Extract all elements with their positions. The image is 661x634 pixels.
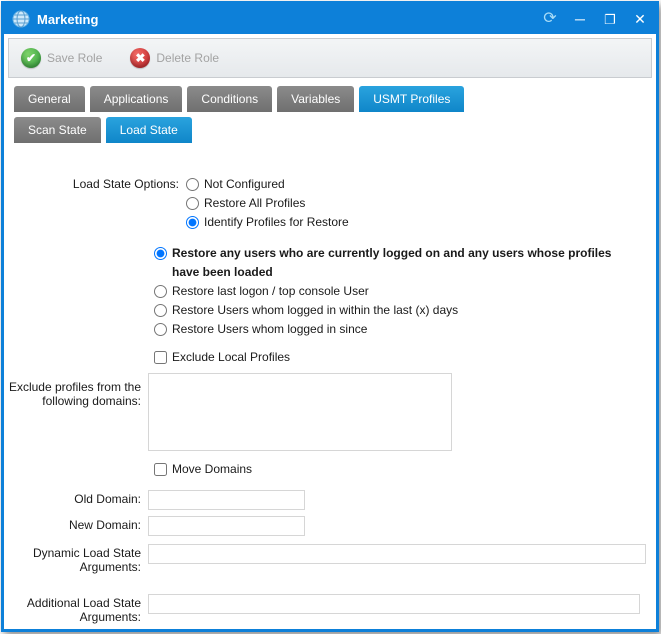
restore-options-group: Restore any users who are currently logg… [154,244,654,339]
maximize-button[interactable]: ❐ [602,13,618,26]
radio-restore-since-input[interactable] [154,323,167,336]
radio-restore-all-profiles-label: Restore All Profiles [204,194,305,213]
load-state-options-label: Load State Options: [4,175,179,191]
radio-restore-last-x-days[interactable]: Restore Users whom logged in within the … [154,301,654,320]
tab-usmt-profiles[interactable]: USMT Profiles [359,86,464,112]
load-state-options-row: Load State Options: Not Configured Resto… [4,175,656,232]
main-tab-bar: General Applications Conditions Variable… [14,86,656,112]
radio-restore-all-profiles-input[interactable] [186,197,199,210]
radio-restore-last-logon-input[interactable] [154,285,167,298]
radio-not-configured[interactable]: Not Configured [186,175,349,194]
window-title: Marketing [37,12,542,27]
exclude-local-profiles-checkbox-row[interactable]: Exclude Local Profiles [154,348,656,367]
move-domains-checkbox[interactable] [154,463,167,476]
radio-identify-profiles-input[interactable] [186,216,199,229]
old-domain-input[interactable] [148,490,305,510]
old-domain-label: Old Domain: [4,490,141,506]
radio-restore-all-profiles[interactable]: Restore All Profiles [186,194,349,213]
old-domain-row: Old Domain: [4,490,656,510]
exclude-local-profiles-checkbox[interactable] [154,351,167,364]
load-state-panel: Load State Options: Not Configured Resto… [4,143,656,629]
radio-restore-last-x-days-input[interactable] [154,304,167,317]
tab-load-state[interactable]: Load State [106,117,192,143]
delete-x-icon: ✖ [130,48,150,68]
tab-general[interactable]: General [14,86,85,112]
delete-role-button[interactable]: ✖ Delete Role [130,48,219,68]
delete-role-label: Delete Role [156,51,219,65]
exclude-domains-label: Exclude profiles from the following doma… [4,373,141,408]
new-domain-row: New Domain: [4,516,656,536]
tab-conditions[interactable]: Conditions [187,86,272,112]
new-domain-label: New Domain: [4,516,141,532]
titlebar: Marketing ⟳ ─ ❐ ✕ [4,4,656,34]
radio-restore-logged-on-users-label: Restore any users who are currently logg… [172,244,642,282]
save-role-label: Save Role [47,51,102,65]
load-state-options-group: Not Configured Restore All Profiles Iden… [186,175,349,232]
toolbar: ✔ Save Role ✖ Delete Role [8,38,652,78]
refresh-icon[interactable]: ⟳ [542,11,558,27]
dynamic-args-row: Dynamic Load State Arguments: [4,544,656,574]
additional-args-label: Additional Load State Arguments: [4,594,141,624]
radio-not-configured-input[interactable] [186,178,199,191]
exclude-domains-textarea[interactable] [148,373,452,451]
window-controls: ⟳ ─ ❐ ✕ [542,11,648,27]
radio-restore-logged-on-users-input[interactable] [154,247,167,260]
tab-variables[interactable]: Variables [277,86,354,112]
tab-applications[interactable]: Applications [90,86,183,112]
exclude-local-profiles-label: Exclude Local Profiles [172,348,290,367]
radio-identify-profiles-label: Identify Profiles for Restore [204,213,349,232]
close-button[interactable]: ✕ [632,12,648,26]
window: Marketing ⟳ ─ ❐ ✕ ✔ Save Role ✖ Delete R… [1,1,659,632]
move-domains-checkbox-row[interactable]: Move Domains [154,460,656,479]
dynamic-args-label: Dynamic Load State Arguments: [4,544,141,574]
radio-identify-profiles[interactable]: Identify Profiles for Restore [186,213,349,232]
dynamic-args-input[interactable] [148,544,646,564]
tab-scan-state[interactable]: Scan State [14,117,101,143]
radio-restore-logged-on-users[interactable]: Restore any users who are currently logg… [154,244,654,282]
radio-not-configured-label: Not Configured [204,175,285,194]
radio-restore-last-x-days-label: Restore Users whom logged in within the … [172,301,458,320]
radio-restore-last-logon[interactable]: Restore last logon / top console User [154,282,654,301]
sub-tab-bar: Scan State Load State [14,117,656,143]
move-domains-label: Move Domains [172,460,252,479]
additional-args-row: Additional Load State Arguments: [4,594,656,624]
save-role-button[interactable]: ✔ Save Role [21,48,102,68]
new-domain-input[interactable] [148,516,305,536]
save-check-icon: ✔ [21,48,41,68]
radio-restore-since-label: Restore Users whom logged in since [172,320,367,339]
additional-args-input[interactable] [148,594,640,614]
exclude-domains-row: Exclude profiles from the following doma… [4,373,656,451]
minimize-button[interactable]: ─ [572,12,588,26]
app-icon [12,10,30,28]
radio-restore-since[interactable]: Restore Users whom logged in since [154,320,654,339]
radio-restore-last-logon-label: Restore last logon / top console User [172,282,369,301]
